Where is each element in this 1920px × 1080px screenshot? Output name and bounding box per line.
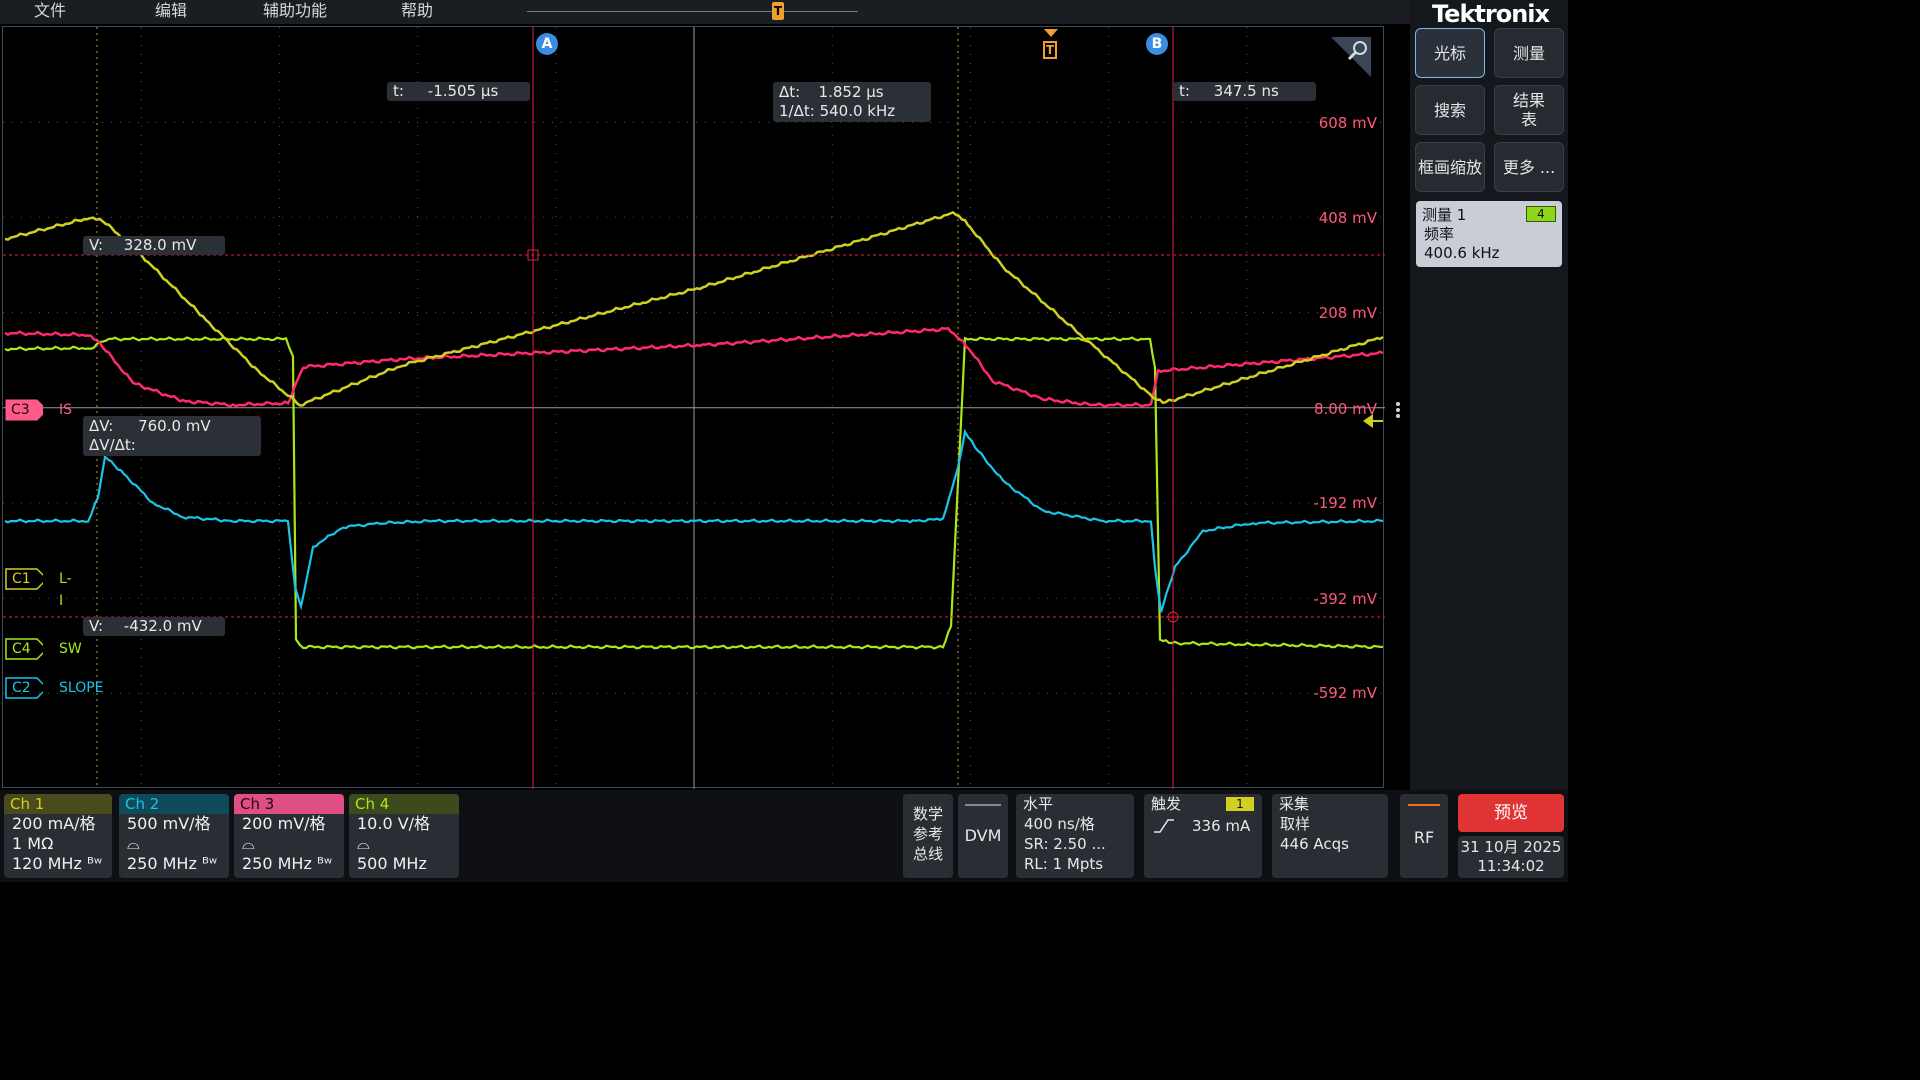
record-length: RL: 1 Mpts [1024, 855, 1104, 873]
zoom-magnifier-icon[interactable] [1331, 37, 1371, 77]
search-button[interactable]: 搜索 [1415, 85, 1485, 135]
ch3-scale: 200 mV/格 [242, 814, 326, 833]
measurement-type: 频率 [1424, 225, 1455, 243]
cursor-b-voltage-value: -432.0 mV [123, 617, 202, 635]
ch2-probe-icon: ⌓ [127, 834, 140, 853]
cursor-b-voltage-label: V: [89, 617, 104, 635]
ch2-badge[interactable]: Ch 2 500 mV/格 ⌓ 250 MHz ᴮʷ [119, 794, 229, 878]
waveform-svg [3, 27, 1385, 789]
more-button[interactable]: 更多 ... [1494, 142, 1564, 192]
cursor-a-voltage-label: V: [89, 236, 104, 254]
menu-file[interactable]: 文件 [34, 0, 66, 24]
rf-button[interactable]: RF [1400, 794, 1448, 878]
cursor-a-time-label: t: [393, 82, 404, 100]
delta-v-value: 760.0 mV [138, 417, 211, 435]
measurement-badge[interactable]: 测量 1 4 频率 400.6 kHz [1416, 201, 1562, 267]
menu-accessibility[interactable]: 辅助功能 [263, 0, 327, 24]
delta-t-label: Δt: [779, 83, 801, 101]
ch1-badge[interactable]: Ch 1 200 mA/格 1 MΩ 120 MHz ᴮʷ [4, 794, 112, 878]
delta-v-over-delta-t-label: ΔV/Δt: [89, 436, 136, 454]
cursor-b-voltage-readout: V: -432.0 mV [83, 617, 225, 636]
cursor-a-handle[interactable]: A [536, 33, 558, 55]
acquisition-count: 446 Acqs [1280, 835, 1349, 853]
cursor-delta-v-readout: ΔV: 760.0 mV ΔV/Δt: [83, 416, 261, 456]
sample-rate: SR: 2.50 ... [1024, 835, 1106, 853]
menu-edit[interactable]: 编辑 [155, 0, 187, 24]
scale-label: -192 mV [1313, 494, 1377, 512]
horizontal-position-track[interactable] [527, 11, 858, 12]
dvm-button[interactable]: DVM [958, 794, 1008, 878]
trigger-time-marker[interactable]: T [1043, 29, 1059, 65]
trigger-position-handle[interactable]: T [772, 2, 784, 20]
results-table-button[interactable]: 结果 表 [1494, 85, 1564, 135]
measurement-value: 400.6 kHz [1424, 244, 1500, 262]
cursor-a-time-value: -1.505 µs [427, 82, 499, 100]
horizontal-badge[interactable]: 水平 400 ns/格 SR: 2.50 ... RL: 1 Mpts [1016, 794, 1134, 878]
cursor-delta-readout: Δt: 1.852 µs 1/Δt: 540.0 kHz [773, 82, 931, 122]
delta-t-value: 1.852 µs [818, 83, 884, 101]
cursor-a-time-readout: t: -1.505 µs [387, 82, 530, 101]
ch2-scale: 500 mV/格 [127, 814, 211, 833]
scale-label: 408 mV [1318, 209, 1377, 227]
horizontal-scale: 400 ns/格 [1024, 815, 1095, 833]
trigger-source-chip: 1 [1226, 797, 1254, 811]
cursor-a-voltage-value: 328.0 mV [123, 236, 197, 254]
cursor-b-time-value: 347.5 ns [1213, 82, 1279, 100]
acquire-badge[interactable]: 采集 取样 446 Acqs [1272, 794, 1388, 878]
rising-edge-icon [1154, 818, 1174, 834]
panel-collapse-handle[interactable] [1393, 400, 1403, 430]
ch4-badge[interactable]: Ch 4 10.0 V/格 ⌓ 500 MHz [349, 794, 459, 878]
measurement-channel-chip: 4 [1526, 206, 1556, 222]
scale-label: -592 mV [1313, 684, 1377, 702]
trigger-badge[interactable]: 触发 1 336 mA [1144, 794, 1262, 878]
cursor-b-handle[interactable]: B [1146, 33, 1168, 55]
cursor-b-time-readout: t: 347.5 ns [1173, 82, 1316, 101]
cursors-button[interactable]: 光标 [1415, 28, 1485, 78]
ch1-scale: 200 mA/格 [12, 814, 96, 833]
cursor-b-time-label: t: [1179, 82, 1190, 100]
date-text: 31 10月 2025 [1460, 838, 1562, 856]
measurement-title: 测量 1 [1422, 206, 1467, 224]
ch1-header: Ch 1 [4, 794, 112, 814]
datetime-display[interactable]: 31 10月 2025 11:34:02 [1458, 836, 1564, 878]
inverse-delta-t-value: 540.0 kHz [819, 102, 896, 120]
ch2-bandwidth: 250 MHz ᴮʷ [127, 854, 218, 873]
ch4-probe-icon: ⌓ [357, 834, 370, 853]
horizontal-header: 水平 [1023, 795, 1054, 813]
scale-label: 608 mV [1318, 114, 1377, 132]
waveform-display[interactable]: A B T t: -1.505 µs Δt: 1.852 µs 1/Δt: 54… [2, 26, 1385, 789]
box-zoom-button[interactable]: 框画缩放 [1415, 142, 1485, 192]
measure-button[interactable]: 测量 [1494, 28, 1564, 78]
ch2-header: Ch 2 [119, 794, 229, 814]
scale-label: 208 mV [1318, 304, 1377, 322]
ch1-termination: 1 MΩ [12, 834, 54, 853]
ch3-probe-icon: ⌓ [242, 834, 255, 853]
time-text: 11:34:02 [1477, 857, 1545, 875]
ch4-scale: 10.0 V/格 [357, 814, 431, 833]
math-ref-bus-button[interactable]: 数学 参考 总线 [903, 794, 953, 878]
scale-label: -392 mV [1313, 590, 1377, 608]
menu-help[interactable]: 帮助 [401, 0, 433, 24]
ch3-header: Ch 3 [234, 794, 344, 814]
preview-button[interactable]: 预览 [1458, 794, 1564, 832]
ch1-bandwidth: 120 MHz ᴮʷ [12, 854, 103, 873]
ch4-header: Ch 4 [349, 794, 459, 814]
acquire-mode: 取样 [1280, 815, 1311, 833]
trigger-level-arrow-icon[interactable] [1363, 413, 1383, 429]
inverse-delta-t-label: 1/Δt: [779, 102, 815, 120]
graticule [3, 27, 1385, 789]
ch3-badge[interactable]: Ch 3 200 mV/格 ⌓ 250 MHz ᴮʷ [234, 794, 344, 878]
delta-v-label: ΔV: [89, 417, 114, 435]
menu-bar: 文件 编辑 辅助功能 帮助 T [0, 0, 1410, 24]
cursor-a-voltage-readout: V: 328.0 mV [83, 236, 225, 255]
acquire-header: 采集 [1279, 795, 1310, 813]
ch3-bandwidth: 250 MHz ᴮʷ [242, 854, 333, 873]
trigger-level: 336 mA [1192, 817, 1251, 835]
ch4-bandwidth: 500 MHz [357, 854, 427, 873]
brand-logo: Tektronix [1432, 0, 1550, 28]
